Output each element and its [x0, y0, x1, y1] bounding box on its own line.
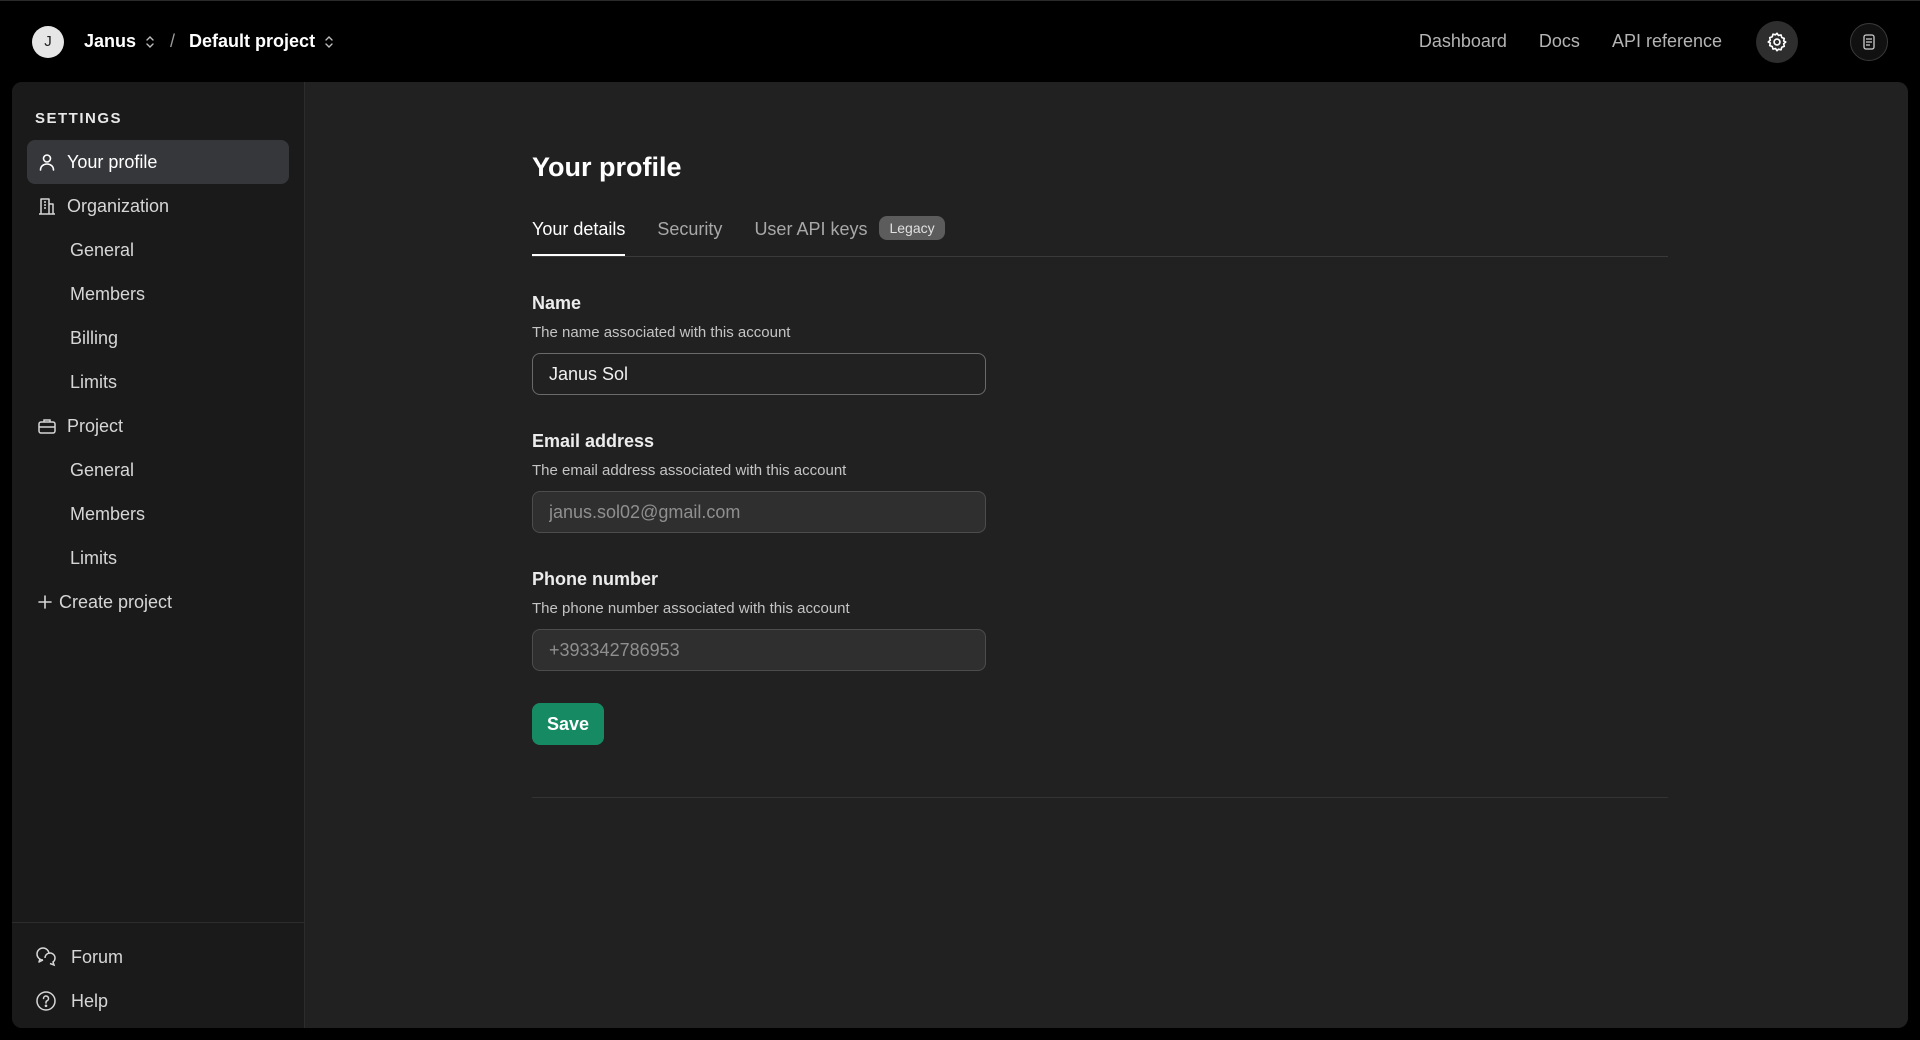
profile-tabs: Your details Security User API keys Lega…: [532, 211, 1668, 257]
sidebar-item-org-billing[interactable]: Billing: [27, 316, 289, 360]
phone-description: The phone number associated with this ac…: [532, 600, 850, 617]
app-shell: SETTINGS Your profile Organization Gener…: [12, 82, 1908, 1028]
name-field-group: Name The name associated with this accou…: [532, 293, 1668, 395]
sidebar-item-org-members[interactable]: Members: [27, 272, 289, 316]
phone-input[interactable]: [532, 629, 986, 671]
sidebar-item-org-limits[interactable]: Limits: [27, 360, 289, 404]
sidebar-title: SETTINGS: [35, 110, 123, 127]
chat-bubbles-icon: [36, 947, 56, 967]
sidebar-item-label: Limits: [70, 547, 118, 568]
phone-field-group: Phone number The phone number associated…: [532, 569, 1668, 671]
sidebar-item-organization[interactable]: Organization: [27, 184, 289, 228]
sidebar-item-forum[interactable]: Forum: [27, 935, 289, 979]
nav-dashboard-link[interactable]: Dashboard: [1419, 31, 1507, 52]
tab-label: Security: [657, 219, 723, 239]
breadcrumb-separator: /: [170, 31, 176, 51]
create-project-button[interactable]: Create project: [27, 580, 289, 624]
top-nav: Dashboard Docs API reference: [1419, 20, 1888, 63]
sidebar-list: Your profile Organization General Member…: [27, 140, 289, 624]
save-button[interactable]: Save: [532, 703, 605, 745]
email-input[interactable]: [532, 491, 986, 533]
top-bar: J Janus / Default project Dashboard Docs…: [0, 0, 1920, 82]
page-title: Your profile: [532, 152, 682, 182]
project-switcher[interactable]: Default project: [189, 31, 335, 52]
chevron-up-down-icon: [325, 35, 333, 48]
section-divider: [532, 797, 1668, 798]
email-field-group: Email address The email address associat…: [532, 431, 1668, 533]
sidebar-item-project-limits[interactable]: Limits: [27, 536, 289, 580]
tab-label: User API keys: [754, 219, 868, 239]
sidebar-item-label: Organization: [67, 195, 170, 216]
user-account-icon: [1863, 33, 1875, 50]
main-content: Your profile Your details Security User …: [305, 82, 1908, 1028]
question-circle-icon: [36, 991, 56, 1011]
settings-button[interactable]: [1756, 20, 1798, 63]
briefcase-icon: [38, 419, 56, 434]
sidebar-footer: Forum Help: [12, 922, 304, 1028]
name-description: The name associated with this account: [532, 324, 791, 341]
nav-api-reference-link[interactable]: API reference: [1612, 31, 1722, 52]
chevron-up-down-icon: [146, 35, 154, 48]
sidebar-item-label: General: [70, 239, 135, 260]
phone-label: Phone number: [532, 569, 659, 589]
nav-docs-link[interactable]: Docs: [1539, 31, 1580, 52]
legacy-badge: Legacy: [879, 215, 945, 240]
sidebar-item-project[interactable]: Project: [27, 404, 289, 448]
sidebar-item-label: Help: [71, 990, 109, 1011]
settings-icon: [1767, 31, 1787, 52]
sidebar-item-label: General: [70, 459, 135, 480]
tab-label: Your details: [532, 219, 626, 239]
tab-your-details[interactable]: Your details: [532, 219, 626, 256]
sidebar-item-label: Create project: [59, 591, 173, 612]
org-name: Janus: [84, 31, 137, 51]
avatar[interactable]: J: [32, 25, 64, 58]
tab-security[interactable]: Security: [657, 219, 722, 256]
settings-sidebar: SETTINGS Your profile Organization Gener…: [12, 82, 305, 1028]
sidebar-item-label: Forum: [71, 946, 124, 967]
name-label: Name: [532, 293, 582, 313]
building-icon: [39, 198, 55, 215]
breadcrumb: J Janus / Default project: [32, 25, 335, 58]
sidebar-item-project-general[interactable]: General: [27, 448, 289, 492]
sidebar-item-project-members[interactable]: Members: [27, 492, 289, 536]
sidebar-item-label: Limits: [70, 371, 118, 392]
sidebar-item-label: Members: [70, 283, 146, 304]
name-input[interactable]: [532, 353, 986, 395]
sidebar-item-label: Your profile: [67, 151, 158, 172]
plus-icon: [38, 595, 52, 609]
tab-user-api-keys[interactable]: User API keys Legacy: [754, 215, 945, 256]
sidebar-item-your-profile[interactable]: Your profile: [27, 140, 289, 184]
sidebar-item-label: Billing: [70, 327, 119, 348]
sidebar-item-label: Project: [67, 415, 124, 436]
project-name: Default project: [189, 31, 316, 51]
sidebar-item-label: Members: [70, 503, 146, 524]
profile-panel: Your profile Your details Security User …: [532, 152, 1668, 798]
sidebar-item-help[interactable]: Help: [27, 979, 289, 1023]
org-switcher[interactable]: Janus: [84, 31, 156, 52]
email-label: Email address: [532, 431, 655, 451]
sidebar-item-org-general[interactable]: General: [27, 228, 289, 272]
person-icon: [39, 154, 55, 171]
email-description: The email address associated with this a…: [532, 462, 847, 479]
user-account-button[interactable]: [1850, 22, 1888, 61]
